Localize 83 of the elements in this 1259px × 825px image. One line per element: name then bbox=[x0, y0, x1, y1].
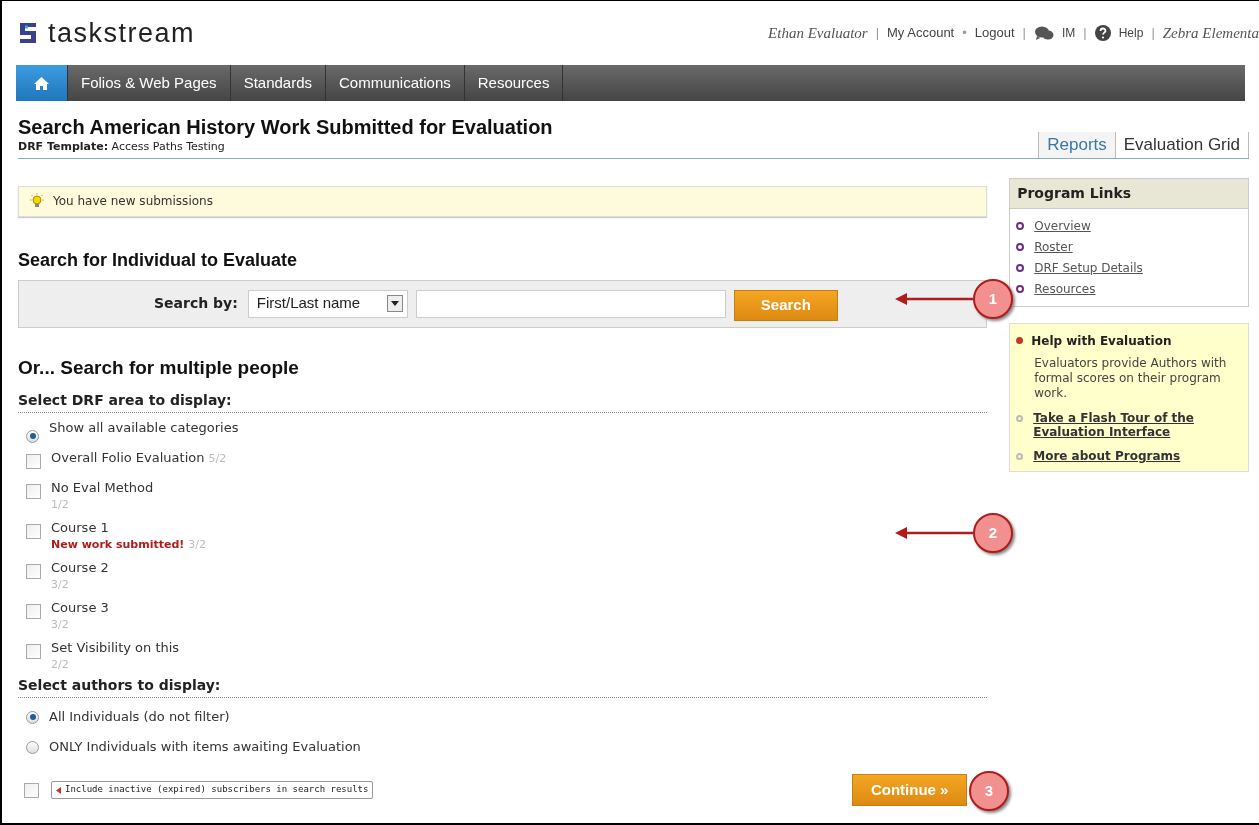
logo-icon bbox=[18, 21, 38, 45]
nav-tab[interactable]: Resources bbox=[464, 65, 564, 101]
panel-title: Help with Evaluation bbox=[1031, 332, 1172, 350]
help-text: Evaluators provide Authors with formal scores on their program work. bbox=[1033, 355, 1228, 401]
sidebar-link[interactable]: Take a Flash Tour of the Evaluation Interface bbox=[1033, 410, 1242, 439]
count-text: 3/2 bbox=[188, 539, 206, 551]
bullet-icon bbox=[1016, 414, 1024, 422]
notice-text: You have new submissions bbox=[53, 193, 213, 210]
organization-name: Zebra Elementa bbox=[1162, 23, 1259, 43]
callout-badge: 2 bbox=[973, 513, 1013, 553]
chat-bubbles-icon bbox=[1033, 25, 1054, 41]
nav-tab[interactable]: Folios & Web Pages bbox=[68, 65, 231, 101]
subsection-heading: Select DRF area to display: bbox=[18, 390, 988, 413]
arrow-icon bbox=[895, 292, 973, 306]
separator: • bbox=[962, 24, 967, 43]
option-label: ONLY Individuals with items awaiting Evaluation bbox=[49, 738, 361, 757]
callout-badge: 1 bbox=[973, 279, 1013, 319]
bullet-icon bbox=[1016, 263, 1025, 272]
separator: | bbox=[1083, 24, 1087, 43]
home-icon bbox=[34, 76, 49, 90]
radio-button[interactable] bbox=[26, 740, 39, 754]
home-tab[interactable] bbox=[16, 65, 68, 101]
triangle-left-icon bbox=[56, 786, 61, 794]
template-line: DRF Template: Access Paths Testing bbox=[18, 139, 226, 155]
callout-badge: 3 bbox=[969, 771, 1009, 811]
bullet-icon bbox=[1016, 284, 1025, 293]
separator: | bbox=[1151, 24, 1155, 43]
program-link[interactable]: Resources bbox=[1034, 279, 1096, 298]
radio-button[interactable] bbox=[26, 710, 39, 724]
header-link[interactable]: IM bbox=[1061, 24, 1076, 42]
logo-text: taskstream bbox=[48, 16, 196, 50]
header-link[interactable]: My Account bbox=[887, 23, 955, 43]
count-text: 3/2 bbox=[51, 619, 69, 631]
option-label: Show all available categories bbox=[49, 419, 239, 437]
header-link[interactable]: Help bbox=[1118, 24, 1144, 42]
separator: | bbox=[1022, 24, 1026, 43]
separator: | bbox=[875, 24, 880, 43]
option-label: All Individuals (do not filter) bbox=[49, 708, 230, 727]
count-text: 2/2 bbox=[51, 659, 69, 671]
bullet-icon bbox=[1016, 242, 1025, 251]
bullet-icon bbox=[1016, 337, 1024, 344]
bullet-icon bbox=[1016, 221, 1025, 230]
bullet-icon bbox=[1016, 452, 1024, 460]
checkbox[interactable] bbox=[26, 644, 41, 659]
checkbox[interactable] bbox=[26, 564, 41, 579]
view-tab[interactable]: Evaluation Grid bbox=[1114, 131, 1249, 158]
page-title: Search American History Work Submitted for Evaluation bbox=[18, 115, 553, 139]
header-link[interactable]: Logout bbox=[974, 23, 1015, 43]
option-label: No Eval Method bbox=[51, 479, 154, 497]
count-text: 1/2 bbox=[51, 499, 69, 511]
count-text: 3/2 bbox=[51, 579, 69, 591]
nav-tab[interactable]: Communications bbox=[326, 65, 465, 101]
option-label: Course 1 bbox=[51, 519, 109, 537]
checkbox[interactable] bbox=[26, 484, 41, 499]
view-tab[interactable]: Reports bbox=[1038, 131, 1115, 158]
option-label: Overall Folio Evaluation bbox=[51, 449, 205, 467]
checkbox[interactable] bbox=[26, 524, 41, 539]
hint-text: Include inactive (expired) subscribers in search results bbox=[65, 783, 369, 797]
arrow-icon bbox=[895, 526, 973, 540]
help-icon bbox=[1094, 25, 1111, 41]
search-by-select[interactable]: First/Last name bbox=[247, 289, 408, 318]
checkbox[interactable] bbox=[24, 782, 39, 798]
checkbox[interactable] bbox=[26, 604, 41, 619]
program-link[interactable]: Roster bbox=[1034, 237, 1073, 256]
new-work-note: New work submitted! bbox=[51, 539, 185, 551]
panel-title: Program Links bbox=[1010, 178, 1248, 209]
field-label: Search by: bbox=[154, 294, 238, 313]
checkbox[interactable] bbox=[26, 454, 41, 469]
option-label: Course 2 bbox=[51, 559, 109, 577]
option-label: Set Visibility on this bbox=[51, 639, 180, 657]
count-text: 5/2 bbox=[208, 451, 227, 467]
section-heading: Search for Individual to Evaluate bbox=[18, 248, 299, 272]
sidebar-link[interactable]: More about Programs bbox=[1033, 448, 1181, 463]
lightbulb-icon bbox=[29, 193, 45, 209]
nav-tab[interactable]: Standards bbox=[230, 65, 326, 101]
option-label: Course 3 bbox=[51, 599, 109, 617]
program-link[interactable]: Overview bbox=[1034, 216, 1091, 235]
subsection-heading: Select authors to display: bbox=[18, 675, 988, 698]
program-link[interactable]: DRF Setup Details bbox=[1034, 258, 1143, 277]
radio-button[interactable] bbox=[26, 429, 39, 443]
section-heading: Or... Search for multiple people bbox=[18, 355, 300, 380]
user-name: Ethan Evaluator bbox=[768, 23, 868, 43]
search-field[interactable] bbox=[415, 289, 726, 318]
